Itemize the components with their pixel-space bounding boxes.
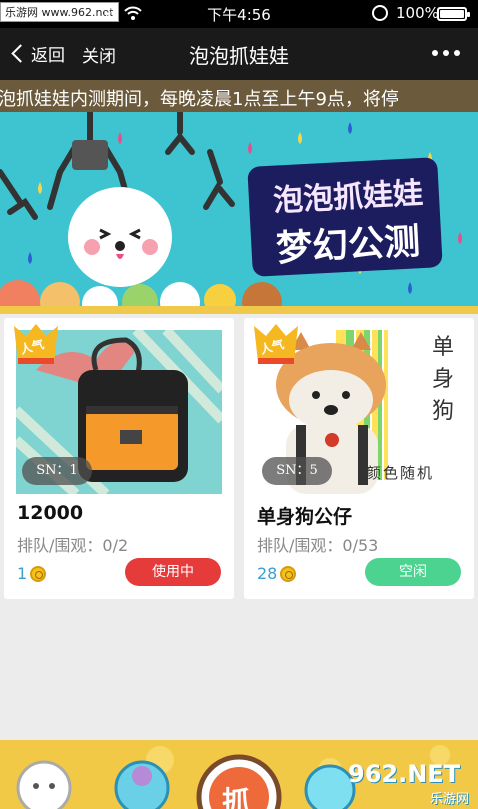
promo-banner[interactable]: 泡泡抓娃娃 梦幻公测 xyxy=(0,112,478,308)
back-label: 返回 xyxy=(31,46,65,66)
price-value: 1 xyxy=(17,564,28,583)
site-watermark-bottom: 962.NET 乐游网 xyxy=(340,760,478,807)
product-card[interactable]: SN：1 人气 12000 排队/围观：0/2 1 使用中 xyxy=(4,318,234,599)
image-caption-color: 颜色随机 xyxy=(366,464,435,482)
rotation-lock-icon xyxy=(372,5,388,21)
image-caption-vertical: 单身狗 xyxy=(432,335,455,424)
more-dot-icon xyxy=(432,50,438,56)
banner-title-line2: 梦幻公测 xyxy=(275,221,422,270)
watermark-text: 962.NET xyxy=(348,760,461,788)
status-button-idle[interactable]: 空闲 xyxy=(365,558,461,586)
more-menu-button[interactable] xyxy=(432,50,460,56)
close-button[interactable]: 关闭 xyxy=(82,42,116,67)
product-card[interactable]: SN：5 单身狗 颜色随机 人气 单身狗公仔 排队/围观：0/53 28 空闲 xyxy=(244,318,474,599)
price-value: 28 xyxy=(257,564,278,583)
queue-viewers: 排队/围观：0/2 xyxy=(17,536,129,555)
battery-icon xyxy=(437,7,470,21)
page-title: 泡泡抓娃娃 xyxy=(189,44,289,68)
banner-divider xyxy=(0,306,478,314)
battery-percent: 100% xyxy=(396,4,439,22)
more-dot-icon xyxy=(454,50,460,56)
coin-icon xyxy=(280,565,297,582)
serial-number-badge: SN：1 xyxy=(22,457,92,485)
product-name: 单身狗公仔 xyxy=(257,506,353,528)
status-bar: 乐游网 www.962.net 动 下午4:56 100% xyxy=(0,0,478,28)
notice-marquee: 泡抓娃娃内测期间，每晚凌晨1点至上午9点，将停 xyxy=(0,80,478,112)
watermark-subtext: 乐游网 xyxy=(430,792,470,807)
prize-bag-icon[interactable] xyxy=(110,754,174,809)
notice-text: 泡抓娃娃内测期间，每晚凌晨1点至上午9点，将停 xyxy=(0,89,399,110)
coin-price: 28 xyxy=(257,564,297,583)
avatar-bear-icon[interactable] xyxy=(14,754,74,809)
status-button-busy[interactable]: 使用中 xyxy=(125,558,221,586)
product-name: 12000 xyxy=(17,502,84,524)
coin-price: 1 xyxy=(17,564,47,583)
coin-icon xyxy=(30,565,47,582)
nav-bar: 返回 关闭 泡泡抓娃娃 xyxy=(0,28,478,80)
grab-button-label: 抓 xyxy=(222,785,251,809)
serial-number-badge: SN：5 xyxy=(262,457,332,485)
bottom-action-bar: 抓 962.NET 乐游网 xyxy=(0,740,478,809)
more-dot-icon xyxy=(443,50,449,56)
chevron-left-icon xyxy=(11,44,30,63)
queue-viewers: 排队/围观：0/53 xyxy=(257,536,379,555)
back-button[interactable]: 返回 xyxy=(10,41,65,66)
